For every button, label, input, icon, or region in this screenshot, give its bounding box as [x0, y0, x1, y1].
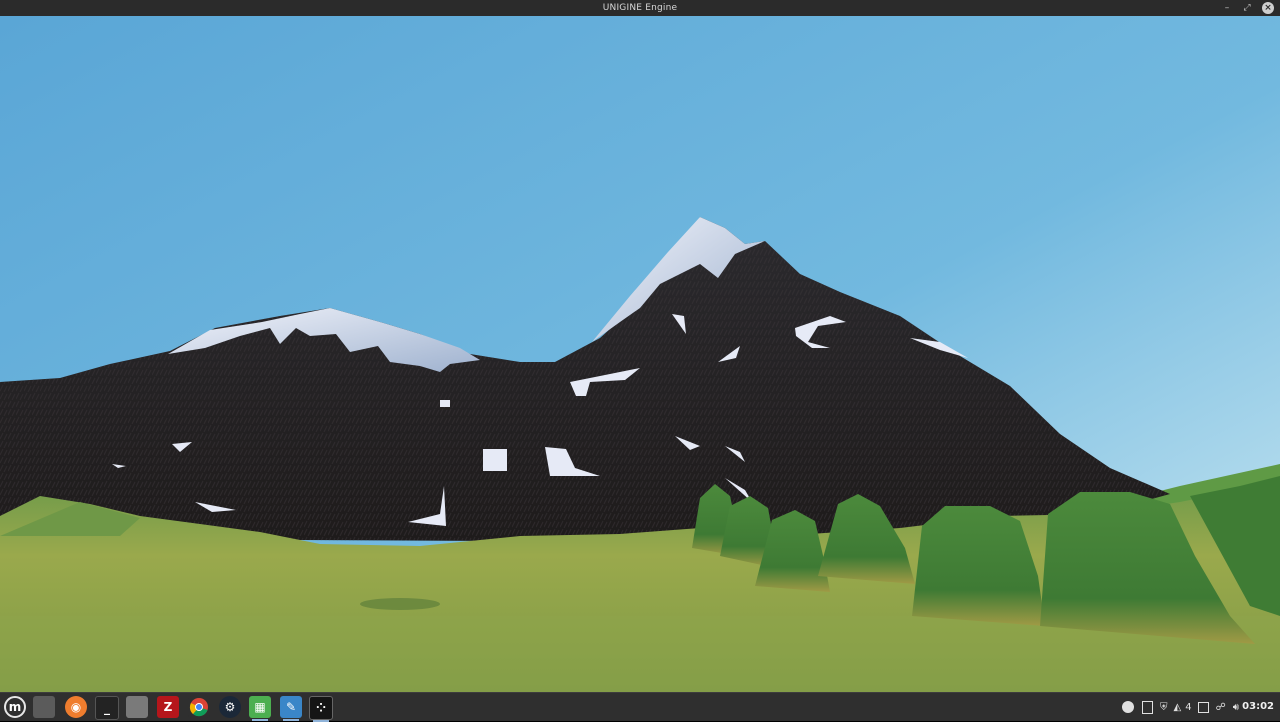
green-app-icon[interactable]: ▦ — [249, 696, 271, 721]
update-icon[interactable] — [1122, 701, 1134, 713]
steam-icon[interactable]: ⚙ — [219, 696, 241, 718]
filezilla-icon[interactable]: Z — [157, 696, 179, 718]
clipboard-icon[interactable] — [1142, 700, 1153, 714]
notification-icon[interactable]: ◭ — [1174, 702, 1182, 713]
firefox-icon[interactable]: ◉ — [65, 696, 87, 718]
volume-icon[interactable]: 🔊︎ — [1233, 702, 1239, 713]
terminal-icon[interactable]: _ — [95, 696, 119, 720]
shield-icon[interactable]: ⛨ — [1160, 702, 1168, 713]
minimize-button[interactable]: – — [1221, 2, 1233, 14]
window-titlebar[interactable]: UNIGINE Engine – ⤢ × — [0, 0, 1280, 17]
engine-viewport[interactable] — [0, 16, 1280, 692]
system-tray: ⛨ ◭ 4 ☍ 🔊︎ — [1122, 693, 1239, 721]
window-title: UNIGINE Engine — [602, 3, 678, 13]
unigine-icon[interactable]: ⁘ — [309, 696, 333, 722]
workspace-count[interactable]: 4 — [1185, 702, 1191, 713]
network-icon[interactable]: ☍ — [1216, 702, 1226, 713]
folder-icon[interactable] — [126, 696, 148, 718]
clock[interactable]: 03:02 — [1242, 693, 1274, 721]
maximize-button[interactable]: ⤢ — [1241, 2, 1253, 14]
show-desktop-icon[interactable] — [33, 696, 55, 718]
close-button[interactable]: × — [1262, 2, 1274, 14]
display-icon[interactable] — [1197, 701, 1209, 713]
taskbar: m ◉ _ Z ⚙ ▦ ✎ ⁘ ⛨ ◭ 4 ☍ 🔊︎ 03:02 — [0, 692, 1280, 722]
editor-icon[interactable]: ✎ — [280, 696, 302, 721]
chrome-icon[interactable] — [188, 696, 210, 718]
terrain-scene — [0, 16, 1280, 692]
menu-icon[interactable]: m — [4, 696, 26, 718]
